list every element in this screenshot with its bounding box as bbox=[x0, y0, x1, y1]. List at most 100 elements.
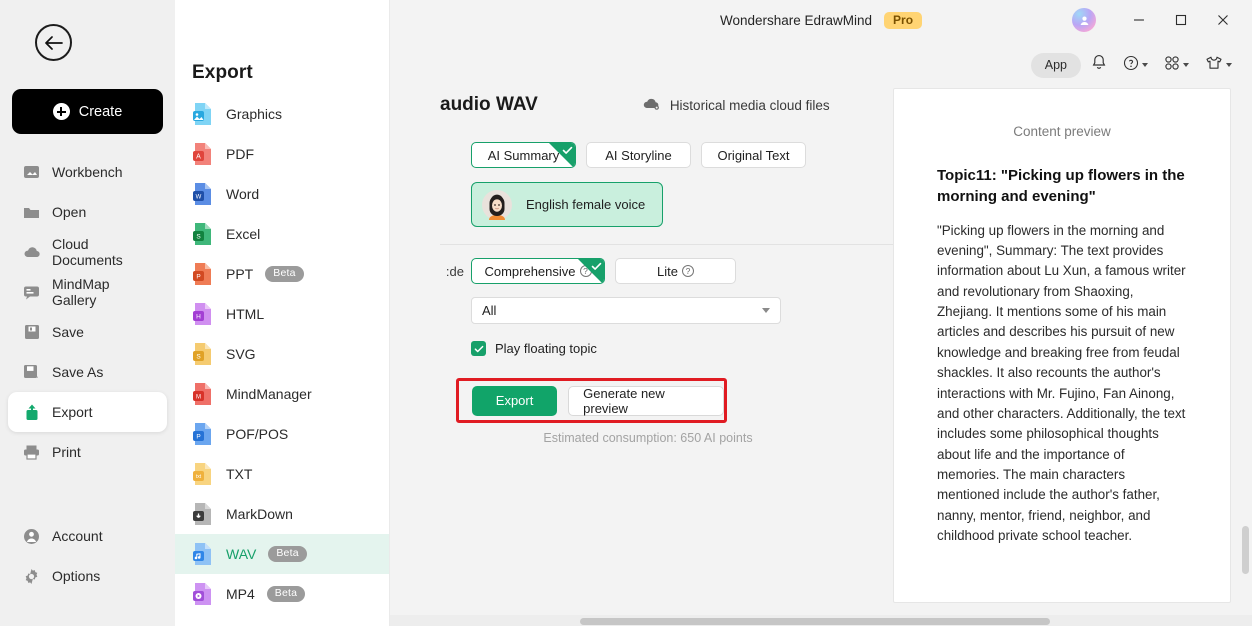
sidebar-item-mindmap-gallery[interactable]: MindMap Gallery bbox=[8, 272, 167, 312]
ppt-file-icon: P bbox=[192, 262, 214, 286]
main-area: Wondershare EdrawMind Pro App audio WAV … bbox=[390, 0, 1252, 626]
help-circle-icon[interactable]: ? bbox=[681, 265, 694, 277]
sidebar-item-save-as[interactable]: Save As bbox=[8, 352, 167, 392]
mode-comprehensive[interactable]: Comprehensive ? bbox=[471, 258, 605, 284]
apps-grid-button[interactable] bbox=[1158, 50, 1195, 80]
wav-file-icon bbox=[192, 542, 214, 566]
action-buttons-highlight: Export Generate new preview bbox=[456, 378, 727, 423]
beta-badge: Beta bbox=[266, 586, 306, 602]
export-item-label: PDF bbox=[226, 146, 254, 162]
tab-ai-storyline[interactable]: AI Storyline bbox=[586, 142, 691, 168]
sidebar-item-export[interactable]: Export bbox=[8, 392, 167, 432]
check-icon bbox=[591, 262, 602, 270]
sidebar-label: Workbench bbox=[52, 164, 123, 180]
title-bar: Wondershare EdrawMind Pro bbox=[390, 0, 1252, 40]
svg-file-icon: S bbox=[192, 342, 214, 366]
word-file-icon: W bbox=[192, 182, 214, 206]
export-item-label: Word bbox=[226, 186, 260, 202]
minimize-button[interactable] bbox=[1118, 0, 1160, 40]
svg-text:W: W bbox=[196, 195, 202, 201]
export-item-html[interactable]: H HTML bbox=[175, 294, 389, 334]
notifications-button[interactable] bbox=[1085, 50, 1113, 80]
preview-scrollbar-thumb[interactable] bbox=[1242, 526, 1249, 574]
back-button[interactable] bbox=[35, 24, 72, 61]
theme-button[interactable] bbox=[1199, 50, 1238, 80]
historical-media-link[interactable]: Historical media cloud files bbox=[642, 97, 830, 114]
bell-icon bbox=[1091, 54, 1107, 76]
sidebar-item-save[interactable]: Save bbox=[8, 312, 167, 352]
historical-media-label: Historical media cloud files bbox=[669, 97, 830, 113]
export-item-wav[interactable]: WAV Beta bbox=[175, 534, 389, 574]
export-item-label: Graphics bbox=[226, 106, 283, 122]
export-item-graphics[interactable]: Graphics bbox=[175, 94, 389, 134]
plus-icon bbox=[52, 103, 70, 120]
tab-original-text[interactable]: Original Text bbox=[701, 142, 806, 168]
svg-text:S: S bbox=[196, 234, 201, 241]
export-item-pof-pos[interactable]: P POF/POS bbox=[175, 414, 389, 454]
preview-header: Content preview bbox=[1013, 124, 1111, 139]
export-item-label: MindManager bbox=[226, 386, 312, 402]
export-item-pdf[interactable]: A PDF bbox=[175, 134, 389, 174]
printer-icon bbox=[22, 443, 41, 462]
save-icon bbox=[22, 323, 41, 342]
generate-new-preview-button[interactable]: Generate new preview bbox=[568, 385, 724, 416]
export-item-ppt[interactable]: P PPT Beta bbox=[175, 254, 389, 294]
beta-badge: Beta bbox=[265, 266, 304, 282]
preview-topic-title: Topic11: "Picking up flowers in the morn… bbox=[937, 167, 1185, 206]
tab-ai-summary[interactable]: AI Summary bbox=[471, 142, 576, 168]
sidebar-item-workbench[interactable]: Workbench bbox=[8, 152, 167, 192]
horizontal-scrollbar-thumb[interactable] bbox=[580, 618, 1050, 625]
html-file-icon: H bbox=[192, 302, 214, 326]
sidebar-item-print[interactable]: Print bbox=[8, 432, 167, 472]
markdown-file-icon bbox=[192, 502, 214, 526]
sidebar-item-options[interactable]: Options bbox=[8, 556, 167, 596]
create-button[interactable]: Create bbox=[12, 89, 163, 134]
scope-select[interactable]: All bbox=[471, 297, 781, 324]
sidebar-item-account[interactable]: Account bbox=[8, 516, 167, 556]
export-item-markdown[interactable]: MarkDown bbox=[175, 494, 389, 534]
export-item-mindmanager[interactable]: M MindManager bbox=[175, 374, 389, 414]
save-as-icon bbox=[22, 363, 41, 382]
chevron-down-icon bbox=[762, 308, 770, 313]
export-item-mp4[interactable]: MP4 Beta bbox=[175, 574, 389, 614]
export-item-label: HTML bbox=[226, 306, 265, 322]
left-navigation: Create Workbench Open Cloud Documents Mi… bbox=[0, 0, 175, 626]
help-button[interactable] bbox=[1117, 50, 1154, 80]
svg-text:M: M bbox=[196, 395, 201, 401]
svg-text:P: P bbox=[196, 274, 200, 281]
account-icon bbox=[22, 527, 41, 546]
pdf-file-icon: A bbox=[192, 142, 214, 166]
sidebar-label: Export bbox=[52, 404, 93, 420]
mode-label-text: Comprehensive bbox=[484, 263, 576, 279]
sidebar-item-open[interactable]: Open bbox=[8, 192, 167, 232]
svg-text:P: P bbox=[196, 434, 200, 441]
export-item-excel[interactable]: S Excel bbox=[175, 214, 389, 254]
cloud-icon bbox=[22, 243, 41, 262]
sidebar-item-cloud-documents[interactable]: Cloud Documents bbox=[8, 232, 167, 272]
export-item-label: MarkDown bbox=[226, 506, 293, 522]
voice-selector[interactable]: English female voice bbox=[471, 182, 663, 227]
avatar[interactable] bbox=[1072, 8, 1096, 32]
help-circle-icon[interactable]: ? bbox=[579, 265, 592, 277]
tab-label: Original Text bbox=[717, 147, 790, 163]
export-item-svg[interactable]: S SVG bbox=[175, 334, 389, 374]
export-item-label: Excel bbox=[226, 226, 261, 242]
mindmanager-file-icon: M bbox=[192, 382, 214, 406]
gear-icon bbox=[22, 567, 41, 586]
close-button[interactable] bbox=[1202, 0, 1244, 40]
window-controls bbox=[1118, 0, 1244, 40]
export-settings-panel: audio WAV Historical media cloud files A… bbox=[390, 84, 1252, 626]
sidebar-label: Open bbox=[52, 204, 87, 220]
export-item-word[interactable]: W Word bbox=[175, 174, 389, 214]
maximize-button[interactable] bbox=[1160, 0, 1202, 40]
export-item-label: MP4 bbox=[226, 586, 255, 602]
app-window: Create Workbench Open Cloud Documents Mi… bbox=[0, 0, 1252, 626]
export-item-txt[interactable]: txt TXT bbox=[175, 454, 389, 494]
graphics-file-icon bbox=[192, 102, 214, 126]
export-button[interactable]: Export bbox=[472, 385, 558, 416]
shirt-theme-icon bbox=[1205, 55, 1223, 76]
mode-lite[interactable]: Lite ? bbox=[615, 258, 736, 284]
top-toolbar: App bbox=[1030, 48, 1238, 82]
app-switch-button[interactable]: App bbox=[1030, 52, 1081, 78]
export-item-label: WAV bbox=[226, 546, 257, 562]
